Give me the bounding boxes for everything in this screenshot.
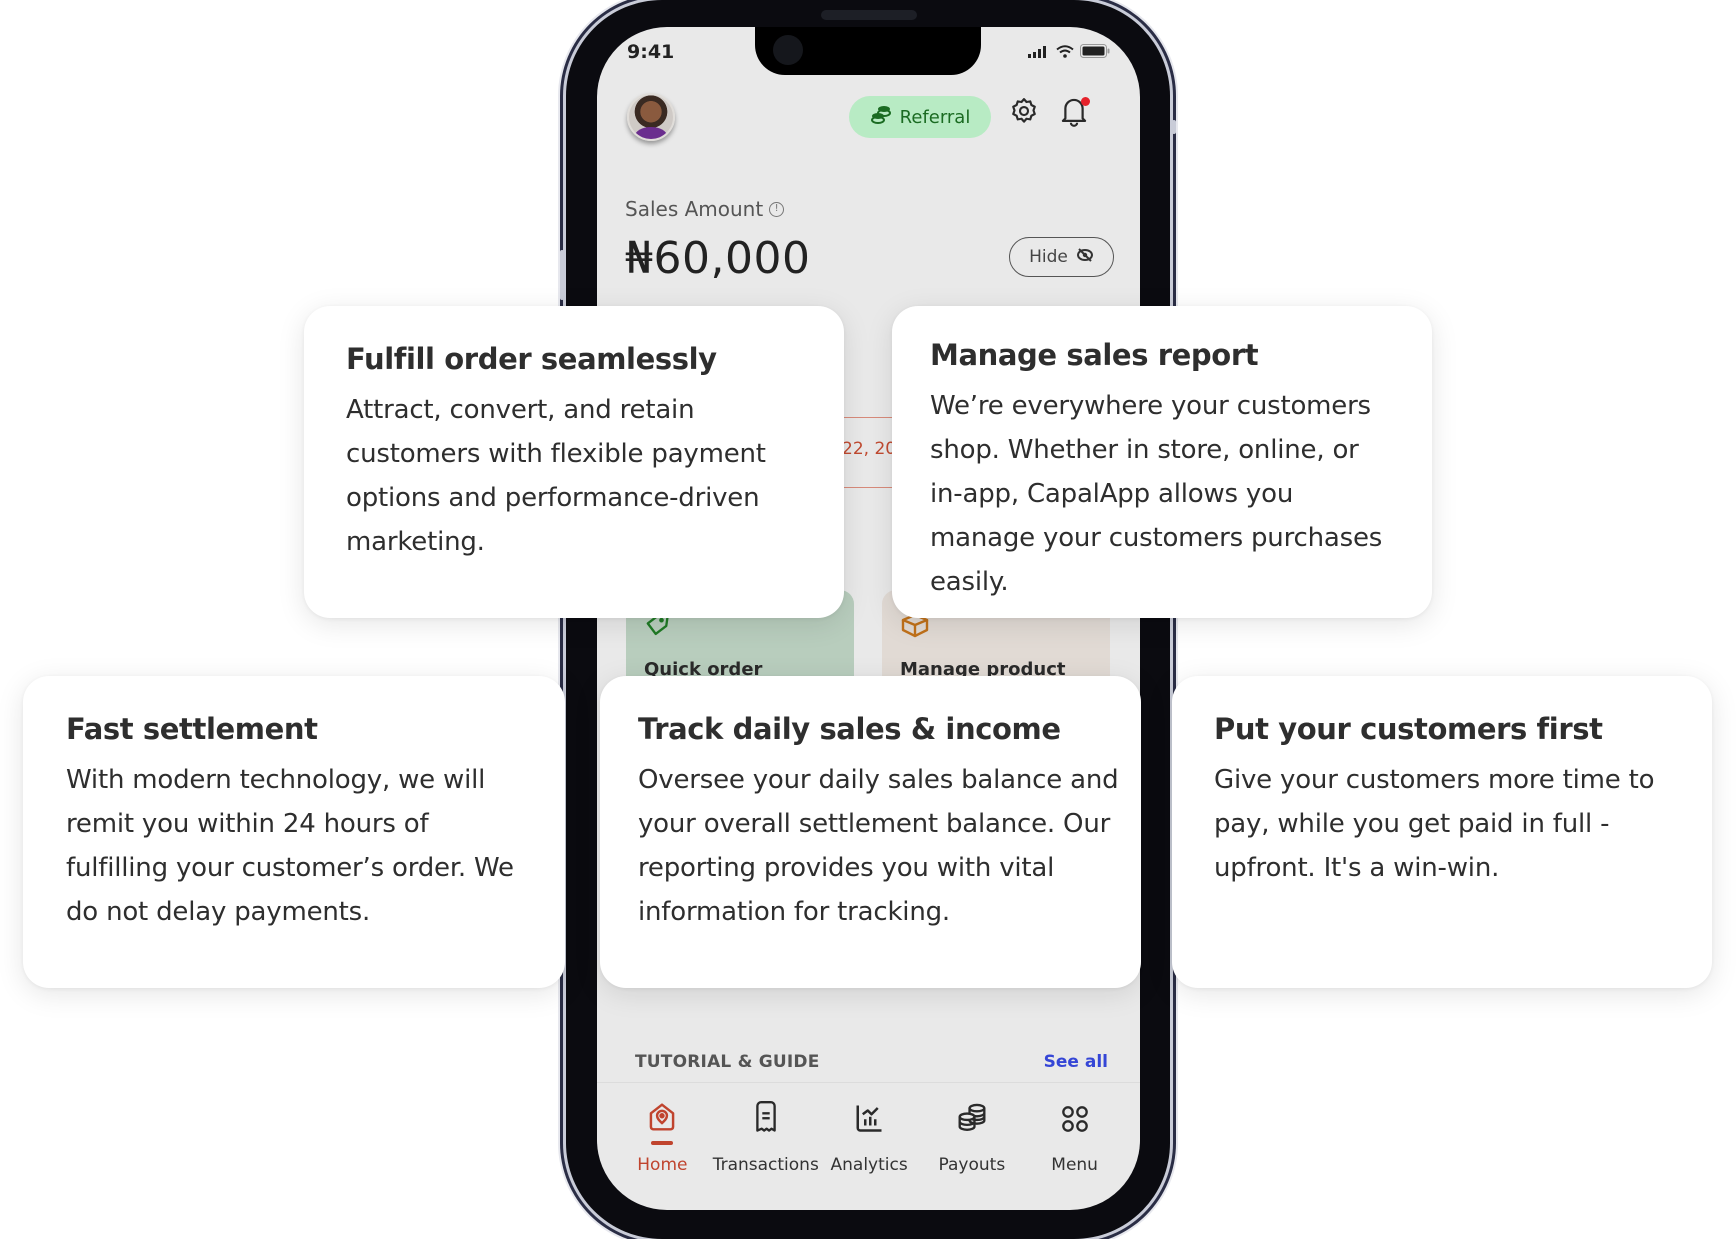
phone-speaker	[821, 10, 917, 20]
status-time: 9:41	[627, 41, 675, 63]
wifi-icon	[1056, 43, 1074, 62]
app-screen: 9:41 Referral Sales Amount ! ₦60,000 Hid…	[597, 27, 1140, 1210]
tutorial-header: TUTORIAL & GUIDE See all	[635, 1052, 1108, 1072]
camera-icon	[773, 35, 803, 65]
coins-stack-icon	[956, 1091, 988, 1133]
notification-badge	[1081, 97, 1090, 106]
analytics-icon	[854, 1091, 884, 1133]
see-all-link[interactable]: See all	[1044, 1052, 1108, 1072]
feature-card-fast-settlement: Fast settlement With modern technology, …	[23, 676, 565, 988]
nav-indicator	[1064, 1141, 1086, 1145]
feature-description: We’re everywhere your customers shop. Wh…	[930, 391, 1383, 597]
nav-indicator	[858, 1141, 880, 1145]
feature-card-customers-first: Put your customers first Give your custo…	[1172, 676, 1712, 988]
home-icon	[647, 1091, 677, 1133]
feature-card-fulfill-order: Fulfill order seamlessly Attract, conver…	[304, 306, 844, 618]
nav-home-label: Home	[637, 1155, 688, 1175]
nav-indicator	[755, 1141, 777, 1145]
info-icon[interactable]: !	[769, 201, 785, 217]
coins-icon	[870, 105, 892, 130]
nav-payouts-label: Payouts	[938, 1155, 1006, 1175]
feature-description: Oversee your daily sales balance and you…	[638, 765, 1119, 927]
sales-amount-label-text: Sales Amount	[625, 197, 764, 221]
grid-icon	[1061, 1091, 1089, 1133]
sales-amount-label: Sales Amount !	[625, 197, 785, 221]
nav-home[interactable]: Home	[611, 1091, 714, 1191]
gear-icon	[1009, 96, 1039, 130]
bottom-nav: Home Transactions Analytics Payouts Menu	[611, 1091, 1126, 1191]
nav-transactions[interactable]: Transactions	[712, 1091, 819, 1191]
eye-off-icon	[1076, 247, 1094, 267]
feature-title: Manage sales report	[930, 338, 1259, 372]
referral-button[interactable]: Referral	[849, 96, 991, 138]
nav-analytics-label: Analytics	[830, 1155, 908, 1175]
referral-label: Referral	[899, 106, 971, 128]
phone-notch	[755, 27, 981, 75]
receipt-icon	[753, 1091, 779, 1133]
status-icons	[1028, 43, 1110, 62]
nav-transactions-label: Transactions	[712, 1155, 819, 1175]
active-indicator	[651, 1141, 674, 1145]
phone-side-button	[1172, 120, 1176, 134]
feature-description: Attract, convert, and retain customers w…	[346, 395, 766, 557]
feature-title: Put your customers first	[1214, 712, 1603, 746]
feature-title: Fulfill order seamlessly	[346, 342, 717, 376]
phone-side-button	[560, 250, 564, 300]
hide-balance-button[interactable]: Hide	[1009, 237, 1114, 277]
nav-indicator	[961, 1141, 983, 1145]
profile-avatar[interactable]	[627, 93, 675, 141]
notifications-button[interactable]	[1054, 93, 1094, 133]
hide-label: Hide	[1029, 247, 1068, 267]
settings-button[interactable]	[1004, 93, 1044, 133]
nav-menu-label: Menu	[1051, 1155, 1098, 1175]
feature-description: Give your customers more time to pay, wh…	[1214, 765, 1655, 883]
sales-amount-value: ₦60,000	[625, 233, 811, 284]
tutorial-title: TUTORIAL & GUIDE	[635, 1052, 820, 1072]
feature-title: Fast settlement	[66, 712, 318, 746]
feature-title: Track daily sales & income	[638, 712, 1061, 746]
nav-payouts[interactable]: Payouts	[921, 1091, 1024, 1191]
feature-description: With modern technology, we will remit yo…	[66, 765, 514, 927]
date-range-text: 22, 20	[842, 439, 897, 459]
nav-divider	[597, 1082, 1140, 1083]
feature-card-manage-sales-report: Manage sales report We’re everywhere you…	[892, 306, 1432, 618]
battery-icon	[1080, 43, 1110, 62]
nav-menu[interactable]: Menu	[1023, 1091, 1126, 1191]
phone-mockup: 9:41 Referral Sales Amount ! ₦60,000 Hid…	[560, 0, 1176, 1239]
signal-icon	[1028, 43, 1050, 62]
nav-analytics[interactable]: Analytics	[818, 1091, 921, 1191]
feature-card-track-daily-sales: Track daily sales & income Oversee your …	[600, 676, 1141, 988]
